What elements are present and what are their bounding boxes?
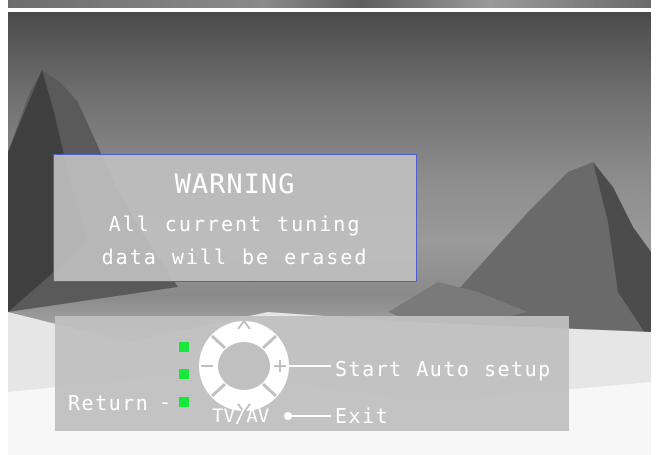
start-auto-setup-label[interactable]: Start Auto setup bbox=[335, 357, 552, 381]
warning-dialog: WARNING All current tuning data will be … bbox=[53, 154, 417, 282]
control-panel: Return - Start Auto setup TV/AV Exit bbox=[55, 316, 569, 431]
top-strip bbox=[8, 0, 651, 10]
exit-label[interactable]: Exit bbox=[335, 404, 389, 428]
tv-screen: WARNING All current tuning data will be … bbox=[8, 12, 651, 455]
tv-av-label[interactable]: TV/AV bbox=[212, 405, 269, 427]
warning-title: WARNING bbox=[174, 169, 296, 200]
warning-message-line-2: data will be erased bbox=[101, 245, 369, 269]
warning-message-line-1: All current tuning bbox=[108, 212, 362, 236]
dpad-center bbox=[218, 342, 270, 390]
